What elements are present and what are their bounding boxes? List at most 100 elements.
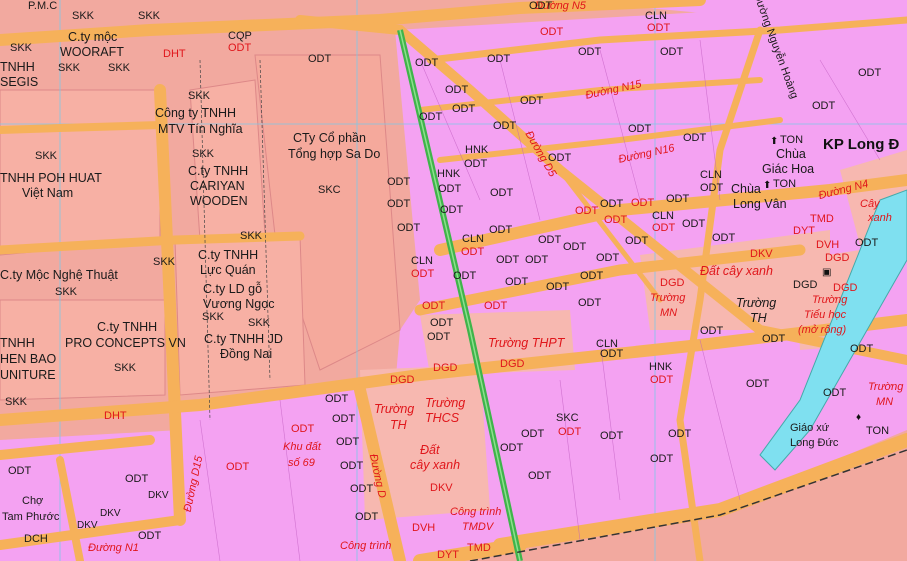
label-odt: ODT [419, 111, 443, 123]
label-odt: ODT [812, 100, 836, 112]
label-dht: DHT [104, 410, 127, 422]
label-company: Vương Ngọc [203, 297, 275, 311]
label-odt: ODT [631, 197, 655, 209]
label-odt: ODT [712, 232, 736, 244]
label-dkv: DKV [100, 508, 121, 519]
label-skk: SKK [188, 90, 211, 102]
label-school: Trường [868, 381, 904, 393]
label-skk: SKK [72, 10, 95, 22]
label-odt: ODT [558, 426, 582, 438]
label-odt: ODT [823, 387, 847, 399]
label-dgd: DGD [660, 277, 685, 289]
label-ton: TON [866, 425, 890, 437]
label-odt: ODT [490, 187, 514, 199]
label-skc: SKC [556, 412, 579, 424]
label-odt: ODT [700, 325, 724, 337]
label-odt: ODT [138, 530, 162, 542]
label-odt: ODT [625, 235, 649, 247]
label-hnk: HNK [465, 144, 489, 156]
label-company: C.ty mộc [68, 30, 118, 44]
label-company: Đồng Nai [220, 347, 273, 361]
label-odt: ODT [350, 483, 374, 495]
label-odt: ODT [521, 428, 545, 440]
label-odt: ODT [666, 193, 690, 205]
label-odt: ODT [489, 224, 513, 236]
label-odt: ODT [336, 436, 360, 448]
label-odt: ODT [332, 413, 356, 425]
label-odt: ODT [580, 270, 604, 282]
label-company: C.ty TNHH [188, 164, 249, 178]
label-school: MN [876, 396, 894, 408]
label-lot: Khu đất [283, 441, 321, 453]
label-cln: CLN [411, 255, 434, 267]
label-hnk: HNK [437, 168, 461, 180]
label-odt: ODT [628, 123, 652, 135]
label-company: MTV Tín Nghĩa [158, 122, 243, 136]
label-project: Công trình [450, 506, 502, 518]
label-dht: DHT [163, 48, 186, 60]
label-skk: SKK [202, 311, 225, 323]
label-odt: ODT [596, 252, 620, 264]
label-skk: SKK [5, 396, 28, 408]
label-odt: ODT [600, 198, 624, 210]
street-n1: Đường N1 [88, 542, 139, 554]
label-company: C.ty TNHH [198, 248, 259, 262]
label-odt: ODT [308, 53, 332, 65]
temple-icon: ⬆ [763, 180, 772, 191]
school-icon: ▣ [822, 267, 832, 278]
land-use-map[interactable]: P.M.C SKK SKK SKK C.ty mộc WOORAFT TNHH … [0, 0, 907, 561]
label-company: Việt Nam [22, 186, 74, 200]
label-odt: ODT [540, 26, 564, 38]
label-green: Cây [860, 198, 880, 210]
label-hnk: HNK [649, 361, 673, 373]
label-odt: ODT [325, 393, 349, 405]
label-odt: ODT [604, 214, 628, 226]
label-odt: ODT [340, 460, 364, 472]
label-odt: ODT [563, 241, 587, 253]
label-odt: ODT [650, 453, 674, 465]
label-odt: ODT [700, 182, 724, 194]
label-odt: ODT [762, 333, 786, 345]
label-company: TNHH [0, 336, 35, 350]
label-odt: ODT [650, 374, 674, 386]
label-odt: ODT [855, 237, 879, 249]
label-dgd: DGD [390, 374, 415, 386]
label-green: xanh [868, 212, 892, 224]
label-school: Trường [650, 292, 686, 304]
label-odt: ODT [226, 461, 250, 473]
label-odt: ODT [397, 222, 421, 234]
label-odt: ODT [387, 176, 411, 188]
label-odt: ODT [484, 300, 508, 312]
label-dkv: DKV [430, 482, 453, 494]
label-company: C.ty LD gỗ [203, 282, 263, 296]
label-odt: ODT [387, 198, 411, 210]
label-odt: ODT [538, 234, 562, 246]
label-skc: SKC [318, 184, 341, 196]
label-skk: SKK [10, 42, 33, 54]
label-company: C.ty TNHH [97, 320, 158, 334]
label-odt: ODT [496, 254, 520, 266]
label-skk: SKK [192, 148, 215, 160]
label-odt: ODT [487, 53, 511, 65]
label-dgd: DGD [793, 279, 818, 291]
label-odt: ODT [452, 103, 476, 115]
label-company: TNHH POH HUAT [0, 171, 102, 185]
label-pagoda: Chùa [776, 147, 806, 161]
label-church: Long Đức [790, 437, 839, 449]
label-skk: SKK [58, 62, 81, 74]
label-school: TH [750, 311, 767, 325]
label-dyt: DYT [793, 225, 815, 237]
label-odt: ODT [438, 183, 462, 195]
label-odt: ODT [548, 152, 572, 164]
label-odt: ODT [600, 348, 624, 360]
label-odt: ODT [668, 428, 692, 440]
label-company: SEGIS [0, 75, 39, 89]
label-cln: CLN [462, 233, 485, 245]
label-pagoda: Giác Hoa [762, 162, 815, 176]
label-company: CARIYAN [190, 179, 245, 193]
label-company: Tổng hợp Sa Do [288, 147, 381, 161]
label-company: HEN BAO [0, 352, 57, 366]
label-odt: ODT [500, 442, 524, 454]
label-dkv: DKV [77, 520, 98, 531]
label-odt: ODT [430, 317, 454, 329]
